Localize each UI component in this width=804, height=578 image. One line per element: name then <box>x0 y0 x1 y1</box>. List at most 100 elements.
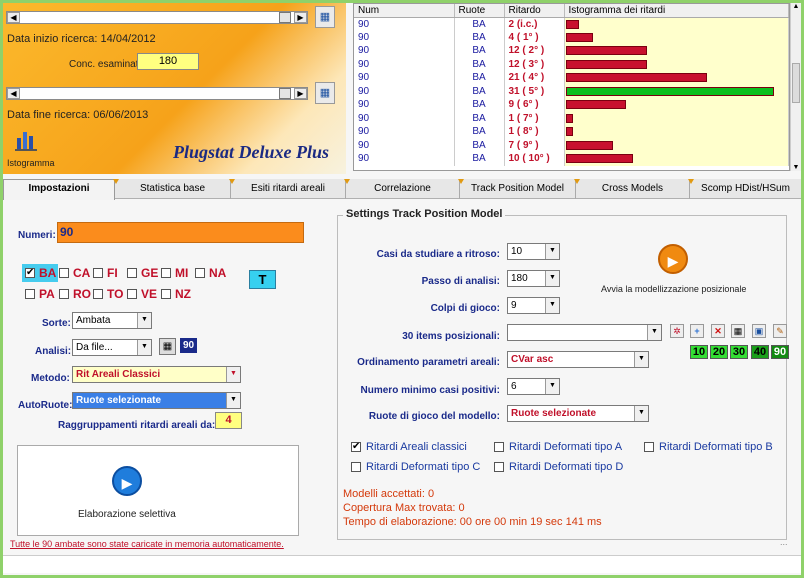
chevron-down-icon[interactable]: ▼ <box>226 367 240 382</box>
cell-istogramma <box>564 152 789 166</box>
calendar-end-icon[interactable]: ▦ <box>315 82 335 104</box>
scroll-down-arrow-icon[interactable]: ▼ <box>791 164 801 171</box>
option-checkbox[interactable] <box>494 442 504 452</box>
quick-select-30-button[interactable]: 30 <box>730 345 748 359</box>
save-grid-icon[interactable]: ▦ <box>159 338 176 355</box>
quick-select-10-button[interactable]: 10 <box>690 345 708 359</box>
ordinamento-select[interactable]: CVar asc ▼ <box>507 351 649 368</box>
chevron-down-icon[interactable]: ▼ <box>545 298 559 313</box>
save-icon[interactable]: ▣ <box>752 324 766 338</box>
ritardo-bar <box>565 100 626 109</box>
scroll-thumb[interactable] <box>279 88 291 99</box>
ruota-checkbox-fi[interactable] <box>93 268 103 278</box>
cell-ruota: BA <box>454 111 505 125</box>
chevron-down-icon[interactable]: ▼ <box>634 406 648 421</box>
quick-select-20-button[interactable]: 20 <box>710 345 728 359</box>
status-modelli: Modelli accettati: 0 <box>343 488 435 500</box>
option-checkbox[interactable] <box>351 462 361 472</box>
col-header-ritardo[interactable]: Ritardo <box>504 4 565 18</box>
table-row[interactable]: 90 BA 7 ( 9° ) <box>354 138 789 152</box>
scroll-left-arrow-icon[interactable]: ◀ <box>7 88 20 99</box>
chevron-down-icon[interactable]: ▼ <box>634 352 648 367</box>
scroll-left-arrow-icon[interactable]: ◀ <box>7 12 20 23</box>
tab-impostazioni[interactable]: Impostazioni <box>3 179 115 200</box>
edit-icon[interactable]: ✎ <box>773 324 787 338</box>
chevron-down-icon[interactable]: ▼ <box>647 325 661 340</box>
chevron-down-icon[interactable]: ▼ <box>137 340 151 355</box>
option-checkbox[interactable] <box>644 442 654 452</box>
quick-select-40-button[interactable]: 40 <box>751 345 769 359</box>
tab-correlazione[interactable]: Correlazione <box>346 180 460 199</box>
table-row[interactable]: 90 BA 4 ( 1° ) <box>354 30 789 44</box>
ruote-modello-select[interactable]: Ruote selezionate ▼ <box>507 405 649 422</box>
ruota-checkbox-mi[interactable] <box>161 268 171 278</box>
quick-select-90-button[interactable]: 90 <box>771 345 789 359</box>
scroll-thumb[interactable] <box>279 12 291 23</box>
tab-statistica-base[interactable]: Statistica base <box>115 180 231 199</box>
cell-ruota: BA <box>454 152 505 166</box>
ruota-checkbox-ba[interactable]: ✔ <box>25 268 35 278</box>
table-row[interactable]: 90 BA 21 ( 4° ) <box>354 71 789 85</box>
autoruote-select[interactable]: Ruote selezionate ▼ <box>72 392 241 409</box>
tab-scomp-hdist-hsum[interactable]: Scomp HDist/HSum <box>690 180 801 199</box>
tab-esiti-ritardi-areali[interactable]: Esiti ritardi areali <box>231 180 346 199</box>
option-checkbox[interactable]: ✔ <box>351 442 361 452</box>
table-row[interactable]: 90 BA 10 ( 10° ) <box>354 152 789 166</box>
colpi-label: Colpi di gioco: <box>430 303 500 314</box>
ruota-checkbox-na[interactable] <box>195 268 205 278</box>
avvia-play-icon[interactable]: ▶ <box>658 244 688 274</box>
col-header-ruote[interactable]: Ruote <box>454 4 505 18</box>
sorte-select[interactable]: Ambata ▼ <box>72 312 152 329</box>
table-row[interactable]: 90 BA 9 ( 6° ) <box>354 98 789 112</box>
ruota-checkbox-ca[interactable] <box>59 268 69 278</box>
ruota-checkbox-to[interactable] <box>93 289 103 299</box>
t-button[interactable]: T <box>249 270 276 289</box>
grid-icon[interactable]: ▦ <box>731 324 745 338</box>
ruota-checkbox-ro[interactable] <box>59 289 69 299</box>
start-date-scrollbar[interactable]: ◀ ▶ <box>6 11 308 24</box>
option-checkbox[interactable] <box>494 462 504 472</box>
table-row[interactable]: 90 BA 1 ( 7° ) <box>354 111 789 125</box>
chevron-down-icon[interactable]: ▼ <box>545 244 559 259</box>
metodo-select[interactable]: Rit Areali Classici ▼ <box>72 366 241 383</box>
table-row[interactable]: 90 BA 2 (i.c.) <box>354 17 789 31</box>
casi-select[interactable]: 10 ▼ <box>507 243 560 260</box>
ruota-checkbox-pa[interactable] <box>25 289 35 299</box>
passo-select[interactable]: 180 ▼ <box>507 270 560 287</box>
end-date-scrollbar[interactable]: ◀ ▶ <box>6 87 308 100</box>
chevron-down-icon[interactable]: ▼ <box>545 379 559 394</box>
col-header-istogramma[interactable]: Istogramma dei ritardi <box>564 4 789 18</box>
scroll-up-arrow-icon[interactable]: ▲ <box>791 3 801 10</box>
chevron-down-icon[interactable]: ▼ <box>137 313 151 328</box>
grid-vertical-scrollbar[interactable]: ▲ ▼ <box>790 3 801 171</box>
analisi-select[interactable]: Da file... ▼ <box>72 339 152 356</box>
scroll-right-arrow-icon[interactable]: ▶ <box>294 12 307 23</box>
tab-track-position-model[interactable]: Track Position Model <box>460 180 576 199</box>
add-icon[interactable]: + <box>690 324 704 338</box>
table-row[interactable]: 90 BA 1 ( 8° ) <box>354 125 789 139</box>
chevron-down-icon[interactable]: ▼ <box>226 393 240 408</box>
table-row[interactable]: 90 BA 12 ( 3° ) <box>354 57 789 71</box>
scroll-thumb[interactable] <box>792 63 800 103</box>
options-gear-icon[interactable]: ✲ <box>670 324 684 338</box>
play-icon[interactable]: ▶ <box>112 466 142 496</box>
items-select[interactable]: ▼ <box>507 324 662 341</box>
table-row[interactable]: 90 BA 12 ( 2° ) <box>354 44 789 58</box>
col-header-num[interactable]: Num <box>354 4 455 18</box>
calendar-start-icon[interactable]: ▦ <box>315 6 335 28</box>
raggruppamenti-value[interactable]: 4 <box>215 412 242 429</box>
numeri-input[interactable]: 90 <box>57 222 304 243</box>
ruota-checkbox-ge[interactable] <box>127 268 137 278</box>
ritardi-grid[interactable]: Num Ruote Ritardo Istogramma dei ritardi… <box>353 3 790 171</box>
tab-cross-models[interactable]: Cross Models <box>576 180 690 199</box>
delete-icon[interactable]: ✕ <box>711 324 725 338</box>
ruota-checkbox-ve[interactable] <box>127 289 137 299</box>
histogram-icon[interactable] <box>15 128 39 152</box>
chevron-down-icon[interactable]: ▼ <box>545 271 559 286</box>
table-row[interactable]: 90 BA 31 ( 5° ) <box>354 84 789 98</box>
colpi-select[interactable]: 9 ▼ <box>507 297 560 314</box>
ruota-label-ba: BA <box>39 266 57 280</box>
ruota-checkbox-nz[interactable] <box>161 289 171 299</box>
scroll-right-arrow-icon[interactable]: ▶ <box>294 88 307 99</box>
numero-select[interactable]: 6 ▼ <box>507 378 560 395</box>
